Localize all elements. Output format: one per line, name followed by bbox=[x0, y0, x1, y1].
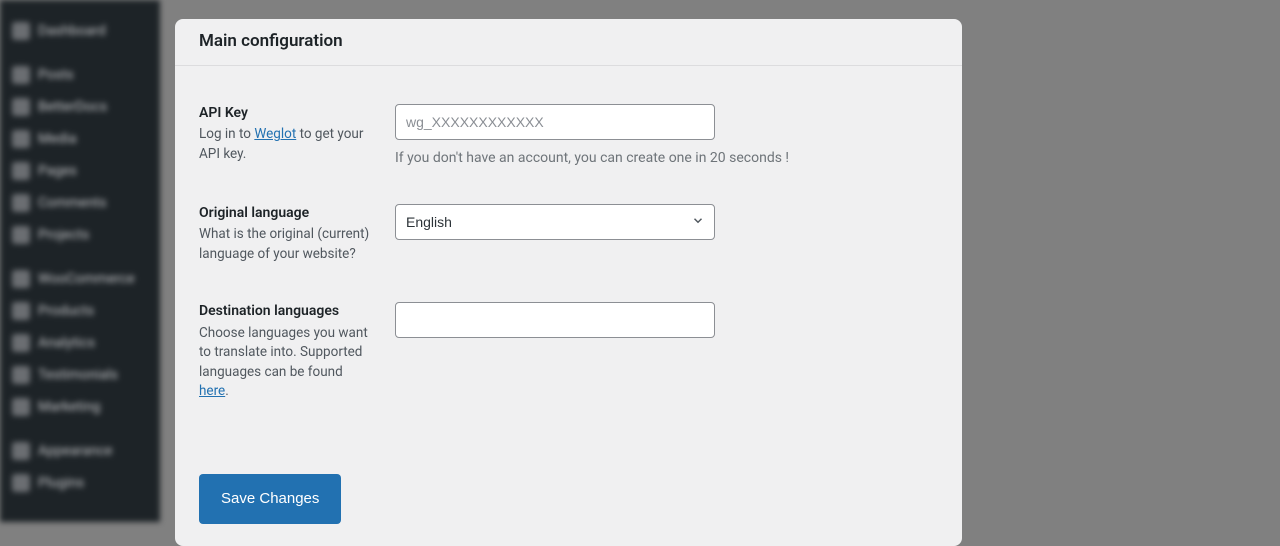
sidebar-item-products[interactable]: Products bbox=[0, 295, 160, 327]
appearance-icon bbox=[12, 442, 30, 460]
sidebar-item-label: Posts bbox=[38, 67, 74, 83]
api-key-hint: If you don't have an account, you can cr… bbox=[395, 150, 938, 166]
dashboard-icon bbox=[12, 22, 30, 40]
sidebar-item-appearance[interactable]: Appearance bbox=[0, 435, 160, 467]
api-key-row: API Key Log in to Weglot to get your API… bbox=[175, 104, 962, 166]
api-key-label: API Key bbox=[199, 104, 375, 122]
original-language-select[interactable]: English bbox=[395, 204, 715, 240]
sidebar-item-label: Testimonials bbox=[38, 367, 118, 383]
products-icon bbox=[12, 302, 30, 320]
api-key-input[interactable] bbox=[395, 104, 715, 140]
sidebar-item-analytics[interactable]: Analytics bbox=[0, 327, 160, 359]
sidebar-item-label: WooCommerce bbox=[38, 271, 135, 287]
posts-icon bbox=[12, 66, 30, 84]
sidebar-item-projects[interactable]: Projects bbox=[0, 219, 160, 251]
projects-icon bbox=[12, 226, 30, 244]
admin-sidebar: Dashboard Posts BetterDocs Media Pages C… bbox=[0, 0, 160, 522]
sidebar-item-label: BetterDocs bbox=[38, 99, 107, 115]
sidebar-item-testimonials[interactable]: Testimonials bbox=[0, 359, 160, 391]
comments-icon bbox=[12, 194, 30, 212]
sidebar-item-pages[interactable]: Pages bbox=[0, 155, 160, 187]
sidebar-item-posts[interactable]: Posts bbox=[0, 59, 160, 91]
original-language-row: Original language What is the original (… bbox=[175, 204, 962, 264]
original-language-label: Original language bbox=[199, 204, 375, 222]
sidebar-item-woocommerce[interactable]: WooCommerce bbox=[0, 263, 160, 295]
destination-languages-row: Destination languages Choose languages y… bbox=[175, 302, 962, 401]
testimonials-icon bbox=[12, 366, 30, 384]
sidebar-item-label: Media bbox=[38, 131, 77, 147]
api-key-desc: Log in to Weglot to get your API key. bbox=[199, 125, 375, 164]
weglot-link[interactable]: Weglot bbox=[254, 126, 296, 142]
save-changes-button[interactable]: Save Changes bbox=[199, 474, 341, 524]
media-icon bbox=[12, 130, 30, 148]
sidebar-item-label: Projects bbox=[38, 227, 89, 243]
sidebar-item-marketing[interactable]: Marketing bbox=[0, 391, 160, 423]
pages-icon bbox=[12, 162, 30, 180]
sidebar-item-plugins[interactable]: Plugins bbox=[0, 467, 160, 499]
original-language-desc: What is the original (current) language … bbox=[199, 225, 375, 264]
destination-languages-input[interactable] bbox=[395, 302, 715, 338]
analytics-icon bbox=[12, 334, 30, 352]
panel-title: Main configuration bbox=[175, 31, 962, 66]
sidebar-item-betterdocs[interactable]: BetterDocs bbox=[0, 91, 160, 123]
sidebar-item-label: Appearance bbox=[38, 443, 112, 459]
supported-languages-link[interactable]: here bbox=[199, 383, 225, 399]
marketing-icon bbox=[12, 398, 30, 416]
sidebar-item-label: Pages bbox=[38, 163, 77, 179]
sidebar-item-label: Analytics bbox=[38, 335, 95, 351]
sidebar-item-label: Products bbox=[38, 303, 94, 319]
sidebar-item-comments[interactable]: Comments bbox=[0, 187, 160, 219]
docs-icon bbox=[12, 98, 30, 116]
sidebar-item-label: Plugins bbox=[38, 475, 84, 491]
woocommerce-icon bbox=[12, 270, 30, 288]
sidebar-item-label: Dashboard bbox=[38, 23, 106, 39]
sidebar-item-dashboard[interactable]: Dashboard bbox=[0, 15, 160, 47]
sidebar-item-media[interactable]: Media bbox=[0, 123, 160, 155]
main-configuration-panel: Main configuration API Key Log in to Weg… bbox=[175, 19, 962, 546]
destination-languages-desc: Choose languages you want to translate i… bbox=[199, 324, 375, 402]
sidebar-item-label: Marketing bbox=[38, 399, 101, 415]
destination-languages-label: Destination languages bbox=[199, 302, 375, 320]
sidebar-item-label: Comments bbox=[38, 195, 107, 211]
plugins-icon bbox=[12, 474, 30, 492]
